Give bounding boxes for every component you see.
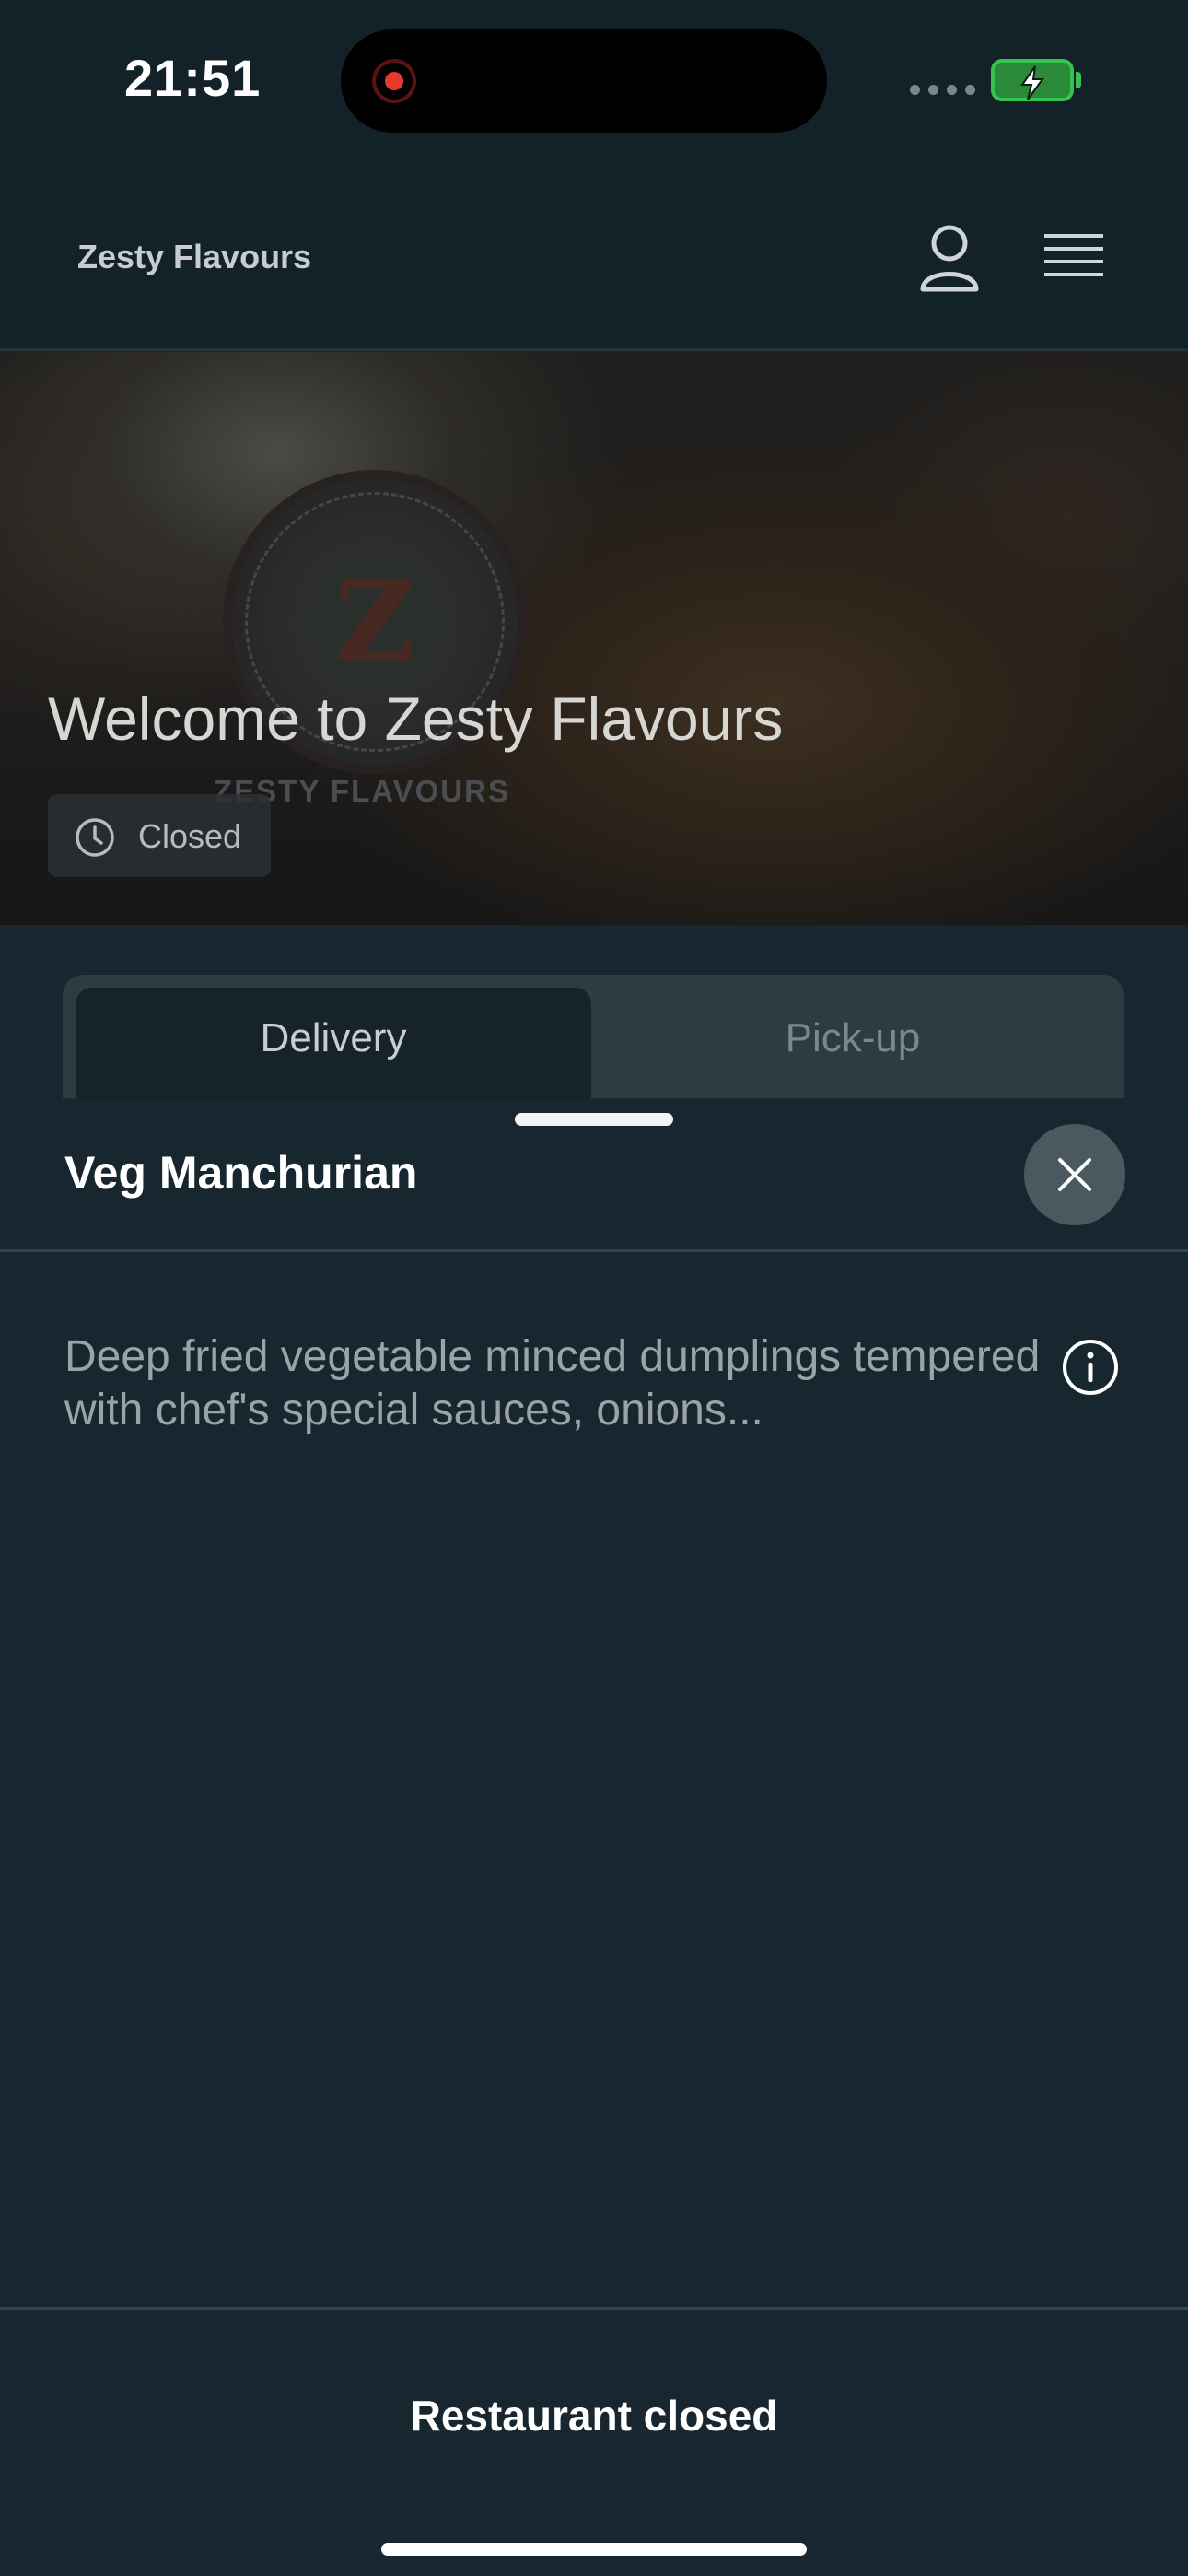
- status-badge: Closed: [48, 794, 271, 877]
- close-icon: [1058, 1158, 1091, 1191]
- tab-delivery[interactable]: Delivery: [76, 988, 591, 1104]
- item-title: Veg Manchurian: [64, 1147, 418, 1199]
- info-icon[interactable]: [1061, 1338, 1120, 1397]
- signal-icon: [910, 83, 984, 100]
- status-time: 21:51: [124, 49, 262, 107]
- header-divider: [0, 348, 1188, 351]
- recording-icon: [372, 59, 416, 103]
- battery-tip: [1076, 72, 1081, 88]
- hero-banner: Z ZESTY FLAVOURS Welcome to Zesty Flavou…: [0, 352, 1188, 925]
- status-label: Closed: [138, 817, 242, 855]
- sheet-divider: [0, 1249, 1188, 1252]
- hero-title: Welcome to Zesty Flavours: [48, 685, 784, 753]
- clock-icon: [76, 818, 114, 857]
- item-description: Deep fried vegetable minced dumplings te…: [64, 1332, 1041, 1434]
- dynamic-island: [341, 29, 827, 133]
- close-button[interactable]: [1024, 1124, 1125, 1225]
- brand-name[interactable]: Zesty Flavours: [77, 238, 311, 276]
- battery-icon: [991, 59, 1074, 101]
- user-icon[interactable]: [917, 221, 982, 295]
- restaurant-closed-button[interactable]: Restaurant closed: [318, 2370, 870, 2462]
- menu-icon[interactable]: [1042, 230, 1105, 286]
- footer-divider: [0, 2307, 1188, 2310]
- tab-pickup[interactable]: Pick-up: [595, 988, 1111, 1104]
- home-indicator[interactable]: [381, 2543, 807, 2556]
- order-type-tabs: Delivery Pick-up: [63, 975, 1124, 1104]
- sheet-grabber[interactable]: [515, 1113, 673, 1126]
- item-detail-sheet: Veg Manchurian Deep fried vegetable minc…: [0, 1098, 1188, 2576]
- top-bar: 21:51 Zesty Flavours: [0, 0, 1188, 350]
